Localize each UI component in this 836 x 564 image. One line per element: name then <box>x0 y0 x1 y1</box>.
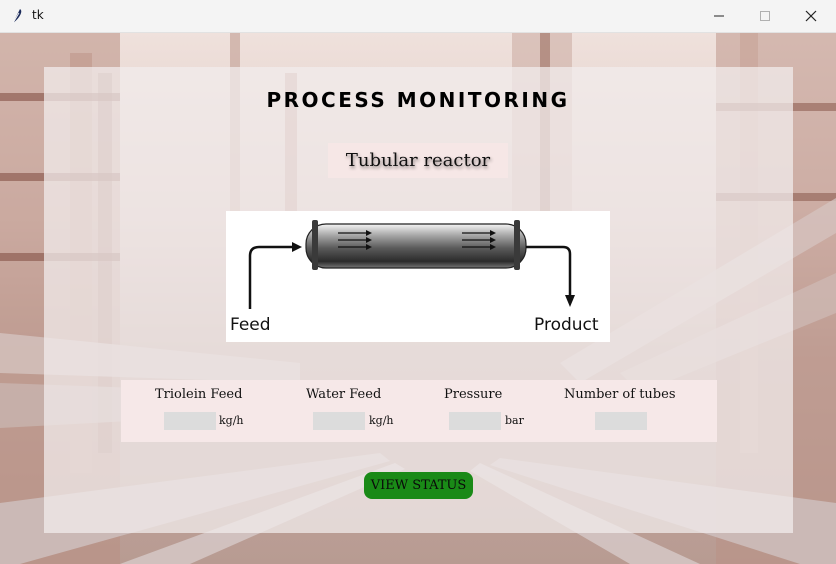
pressure-input[interactable] <box>449 412 501 430</box>
number-of-tubes-label: Number of tubes <box>564 387 676 402</box>
view-status-button[interactable]: VIEW STATUS <box>364 472 473 499</box>
page-title: PROCESS MONITORING <box>266 88 570 112</box>
maximize-button[interactable] <box>742 0 788 32</box>
product-label: Product <box>534 315 599 335</box>
close-button[interactable] <box>788 0 834 32</box>
feed-label: Feed <box>230 315 271 335</box>
pressure-unit: bar <box>505 414 524 427</box>
water-feed-input[interactable] <box>313 412 365 430</box>
reactor-type-label: Tubular reactor <box>345 150 491 171</box>
water-feed-unit: kg/h <box>369 414 394 427</box>
window-titlebar: tk <box>0 0 836 33</box>
water-feed-label: Water Feed <box>306 387 382 402</box>
subtitle-box: Tubular reactor <box>328 143 508 178</box>
minimize-icon <box>713 7 725 26</box>
number-of-tubes-input[interactable] <box>595 412 647 430</box>
close-icon <box>805 7 817 26</box>
triolein-feed-label: Triolein Feed <box>155 387 243 402</box>
tubular-reactor-diagram: Feed Product <box>226 211 610 342</box>
triolein-feed-unit: kg/h <box>219 414 244 427</box>
window-title: tk <box>32 8 44 22</box>
pressure-label: Pressure <box>444 387 503 402</box>
triolein-feed-input[interactable] <box>164 412 216 430</box>
feather-icon <box>10 8 24 24</box>
minimize-button[interactable] <box>696 0 742 32</box>
maximize-icon <box>759 7 771 26</box>
